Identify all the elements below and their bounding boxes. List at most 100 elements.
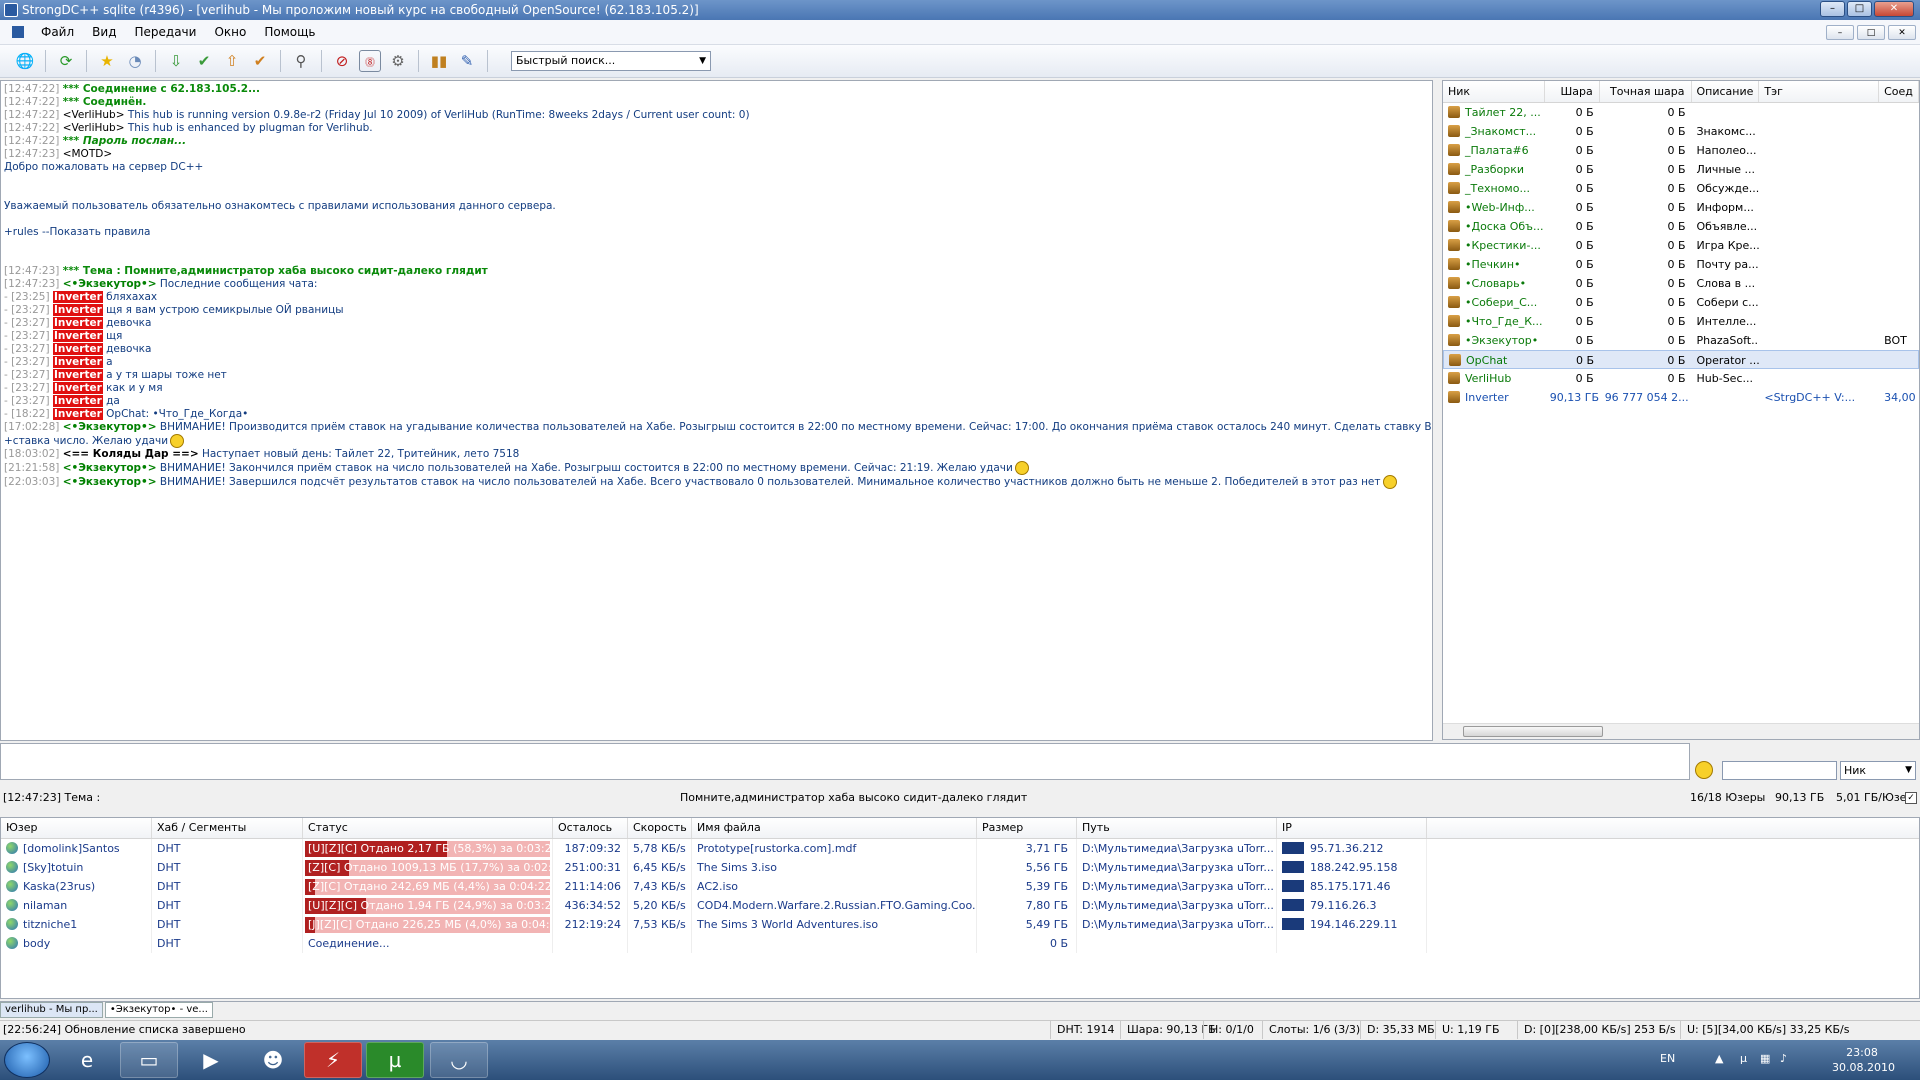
- user-row[interactable]: _Техномо... 0 Б 0 Б Обсужде...: [1443, 179, 1919, 198]
- chat-nick[interactable]: <•Экзекутор•>: [63, 462, 157, 474]
- chat-nick[interactable]: <== Коляды Дар ==>: [63, 448, 199, 460]
- network-stats-icon[interactable]: ⚙: [387, 50, 409, 72]
- chevron-down-icon[interactable]: ▼: [699, 52, 706, 70]
- menu-window[interactable]: Окно: [205, 25, 255, 39]
- chat-nick[interactable]: Inverter: [52, 330, 103, 342]
- user-row[interactable]: _Палата#6 0 Б 0 Б Наполео...: [1443, 141, 1919, 160]
- transfer-row[interactable]: [Sky]totuin DHT [Z][C] Отдано 1009,13 МБ (…: [1, 858, 1919, 877]
- quick-search-combo[interactable]: Быстрый поиск... ▼: [511, 51, 711, 71]
- user-row[interactable]: _Разборки 0 Б 0 Б Личные ...: [1443, 160, 1919, 179]
- chat-nick[interactable]: Inverter: [52, 356, 103, 368]
- maximize-button[interactable]: □: [1847, 1, 1872, 17]
- chat-nick[interactable]: Inverter: [52, 291, 103, 303]
- chat-nick[interactable]: <•Экзекутор•>: [63, 476, 157, 488]
- finished-uploads-icon[interactable]: ✔: [249, 50, 271, 72]
- chat-nick[interactable]: Inverter: [52, 343, 103, 355]
- column-ip[interactable]: IP: [1277, 818, 1427, 838]
- user-row[interactable]: •Крестики-... 0 Б 0 Б Игра Кре...: [1443, 236, 1919, 255]
- system-log-icon[interactable]: ✎: [456, 50, 478, 72]
- favorites-icon[interactable]: ★: [96, 50, 118, 72]
- scrollbar-thumb[interactable]: [1463, 726, 1603, 737]
- transfer-row[interactable]: body DHT Соединение... 0 Б: [1, 934, 1919, 953]
- media-player-icon[interactable]: ▶: [182, 1042, 240, 1078]
- lips-app-icon[interactable]: ◡: [430, 1042, 488, 1078]
- chat-log[interactable]: [12:47:22] *** Соединение с 62.183.105.2…: [0, 80, 1433, 741]
- menu-view[interactable]: Вид: [83, 25, 125, 39]
- user-row[interactable]: OpChat 0 Б 0 Б Operator ...: [1443, 350, 1919, 369]
- emoticons-icon[interactable]: [1695, 761, 1713, 779]
- user-row[interactable]: •Web-Инф... 0 Б 0 Б Информ...: [1443, 198, 1919, 217]
- menu-file[interactable]: Файл: [32, 25, 83, 39]
- user-row[interactable]: •Экзекутор• 0 Б 0 Б PhazaSoft... BOT: [1443, 331, 1919, 350]
- limiter-icon[interactable]: ⓼: [359, 50, 381, 72]
- chat-nick[interactable]: Inverter: [52, 369, 103, 381]
- away-icon[interactable]: ⊘: [331, 50, 353, 72]
- chat-nick[interactable]: Inverter: [52, 395, 103, 407]
- column-filename[interactable]: Имя файла: [692, 818, 977, 838]
- column-path[interactable]: Путь: [1077, 818, 1277, 838]
- user-row[interactable]: VerliHub 0 Б 0 Б Hub-Sec...: [1443, 369, 1919, 388]
- column-time-left[interactable]: Осталось: [553, 818, 628, 838]
- download-queue-icon[interactable]: ⇩: [165, 50, 187, 72]
- finished-downloads-icon[interactable]: ✔: [193, 50, 215, 72]
- chat-nick[interactable]: <•Экзекутор•>: [63, 421, 157, 433]
- column-tag[interactable]: Тэг: [1759, 81, 1880, 102]
- user-row[interactable]: _Знакомст... 0 Б 0 Б Знакомс...: [1443, 122, 1919, 141]
- user-row[interactable]: •Что_Где_К... 0 Б 0 Б Интелле...: [1443, 312, 1919, 331]
- user-row[interactable]: •Доска Объ... 0 Б 0 Б Объявле...: [1443, 217, 1919, 236]
- column-speed[interactable]: Скорость: [628, 818, 692, 838]
- mdi-minimize-button[interactable]: –: [1826, 25, 1854, 40]
- show-hidden-icons-icon[interactable]: ▲: [1715, 1052, 1723, 1065]
- mdi-close-button[interactable]: ✕: [1888, 25, 1916, 40]
- explorer-icon[interactable]: ▭: [120, 1042, 178, 1078]
- column-status[interactable]: Статус: [303, 818, 553, 838]
- column-hub[interactable]: Хаб / Сегменты: [152, 818, 303, 838]
- transfers-panel[interactable]: Юзер Хаб / Сегменты Статус Осталось Скор…: [0, 817, 1920, 999]
- chat-nick[interactable]: Inverter: [52, 304, 103, 316]
- chat-nick[interactable]: <MOTD>: [63, 148, 112, 160]
- message-input[interactable]: [0, 743, 1690, 780]
- network-tray-icon[interactable]: ▦: [1760, 1052, 1770, 1065]
- column-description[interactable]: Описание: [1692, 81, 1760, 102]
- start-button[interactable]: [4, 1042, 50, 1078]
- column-exact-share[interactable]: Точная шара: [1600, 81, 1692, 102]
- user-list-toggle-checkbox[interactable]: ✓: [1905, 792, 1917, 804]
- clock[interactable]: 23:08 30.08.2010: [1832, 1045, 1895, 1075]
- tab-private-message[interactable]: •Экзекутор• - ve...: [104, 1002, 213, 1018]
- messenger-icon[interactable]: ☻: [244, 1042, 302, 1078]
- column-nick[interactable]: Ник: [1443, 81, 1545, 102]
- menu-help[interactable]: Помощь: [255, 25, 324, 39]
- transfer-row[interactable]: Kaska(23rus) DHT [Z][C] Отдано 242,69 МБ (…: [1, 877, 1919, 896]
- chat-nick[interactable]: <VerliHub>: [63, 109, 125, 121]
- column-connection[interactable]: Соед: [1879, 81, 1919, 102]
- transfer-row[interactable]: nilaman DHT [U][Z][C] Отдано 1,94 ГБ (24,9…: [1, 896, 1919, 915]
- column-user[interactable]: Юзер: [1, 818, 152, 838]
- column-share[interactable]: Шара: [1545, 81, 1600, 102]
- chat-nick[interactable]: Inverter: [52, 317, 103, 329]
- chat-nick[interactable]: Inverter: [52, 382, 103, 394]
- chat-nick[interactable]: <•Экзекутор•>: [63, 278, 157, 290]
- horizontal-scrollbar[interactable]: [1443, 723, 1919, 739]
- utorrent-tray-icon[interactable]: µ: [1740, 1052, 1747, 1065]
- notepad-icon[interactable]: ▮▮: [428, 50, 450, 72]
- recent-hubs-icon[interactable]: ◔: [124, 50, 146, 72]
- language-indicator[interactable]: EN: [1660, 1052, 1675, 1065]
- user-row[interactable]: Inverter 90,13 ГБ 96 777 054 2... <StrgDC++…: [1443, 388, 1919, 407]
- user-row[interactable]: Тайлет 22, ... 0 Б 0 Б: [1443, 103, 1919, 122]
- user-row[interactable]: •Собери_С... 0 Б 0 Б Собери с...: [1443, 293, 1919, 312]
- minimize-button[interactable]: –: [1820, 1, 1845, 17]
- mdi-window-icon[interactable]: [12, 26, 24, 38]
- user-list[interactable]: Ник Шара Точная шара Описание Тэг Соед Т…: [1442, 80, 1920, 740]
- mdi-restore-button[interactable]: □: [1857, 25, 1885, 40]
- strongdc-icon[interactable]: ⚡: [304, 1042, 362, 1078]
- filter-column-select[interactable]: Ник ▼: [1840, 761, 1916, 780]
- search-icon[interactable]: ⚲: [290, 50, 312, 72]
- user-row[interactable]: •Словарь• 0 Б 0 Б Слова в ...: [1443, 274, 1919, 293]
- transfer-row[interactable]: [domolink]Santos DHT [U][Z][C] Отдано 2,17…: [1, 839, 1919, 858]
- user-row[interactable]: •Печкин• 0 Б 0 Б Почту ра...: [1443, 255, 1919, 274]
- volume-icon[interactable]: ♪: [1780, 1052, 1787, 1065]
- public-hubs-icon[interactable]: 🌐: [14, 50, 36, 72]
- chat-nick[interactable]: <VerliHub>: [63, 122, 125, 134]
- menu-transfers[interactable]: Передачи: [125, 25, 205, 39]
- ie-icon[interactable]: e: [58, 1042, 116, 1078]
